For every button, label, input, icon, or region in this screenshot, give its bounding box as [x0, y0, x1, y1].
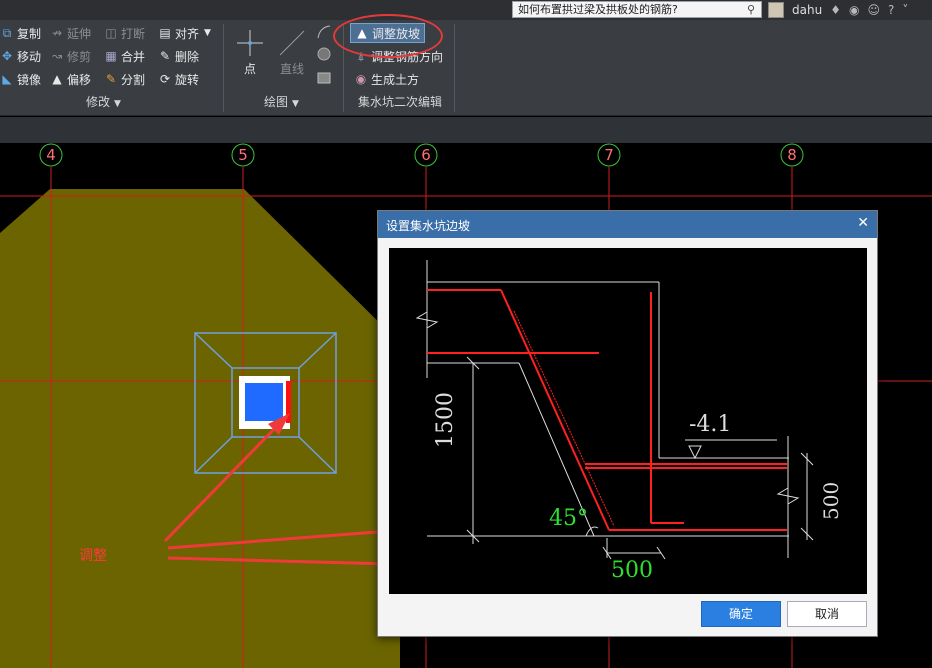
draw-panel-title[interactable]: 绘图 ▼ — [264, 93, 299, 110]
angle-label[interactable]: 45° — [549, 506, 588, 531]
separator — [454, 24, 455, 112]
ok-button[interactable]: 确定 — [701, 601, 781, 627]
chat-icon[interactable]: ◉ — [849, 3, 859, 17]
rotate-icon: ⟳ — [159, 72, 171, 86]
trim-icon: ↝ — [51, 49, 63, 63]
line-button[interactable]: 直线 — [270, 26, 314, 77]
break-icon: ◫ — [105, 26, 117, 40]
merge-button[interactable]: ▦ 合并 — [104, 46, 145, 66]
face-icon[interactable]: ☺ — [867, 3, 880, 17]
modify-panel: ⧉ 复制 ↛ 延伸 ◫ 打断 ▤ 对齐 ▼ ✥ 移动 ↝ 修剪 ▦ 合并 ✎ 删除 ◣ 镜像 ▲ 偏移… — [0, 20, 222, 116]
extend-icon: ↛ — [51, 26, 63, 40]
close-icon[interactable]: ✕ — [857, 215, 869, 231]
break-label: 打断 — [121, 26, 146, 41]
mirror-button[interactable]: ◣ 镜像 — [0, 69, 41, 89]
mirror-label: 镜像 — [17, 72, 42, 87]
axis-label-5: 5 — [238, 146, 248, 164]
draw-panel: 点 直线 绘图 ▼ — [224, 20, 342, 116]
search-icon[interactable]: ⚲ — [747, 2, 755, 17]
dim-depth-label[interactable]: 1500 — [433, 392, 458, 448]
ribbon-bottom-strip — [0, 117, 932, 143]
merge-label: 合并 — [121, 49, 146, 64]
break-button[interactable]: ◫ 打断 — [104, 23, 145, 43]
pit-slope-dialog: 设置集水坑边坡 ✕ 1500 -4.1 500 45° 500 确定 取消 — [377, 210, 878, 637]
offset-label: 偏移 — [67, 72, 92, 87]
align-button[interactable]: ▤ 对齐 ▼ — [158, 23, 211, 43]
axis-label-6: 6 — [421, 146, 431, 164]
arc-icon[interactable] — [316, 24, 332, 40]
search-input[interactable]: 如何布置拱过梁及拱板处的钢筋? ⚲ — [512, 1, 762, 18]
dim-right-label[interactable]: 500 — [819, 482, 843, 520]
pit-core — [245, 383, 283, 421]
extend-button[interactable]: ↛ 延伸 — [50, 23, 91, 43]
move-button[interactable]: ✥ 移动 — [0, 46, 41, 66]
rebar-line — [500, 289, 610, 531]
copy-button[interactable]: ⧉ 复制 — [0, 23, 41, 43]
circle-icon[interactable] — [316, 46, 332, 62]
slope-preview: 1500 -4.1 500 45° 500 — [389, 248, 867, 594]
split-label: 分割 — [121, 72, 146, 87]
extend-label: 延伸 — [67, 26, 92, 41]
point-icon — [228, 26, 272, 60]
slab-region — [0, 189, 400, 668]
draw-title-label: 绘图 — [264, 95, 289, 109]
axis-label-4: 4 — [46, 146, 56, 164]
user-area: dahu ♦ ◉ ☺ ? ˅ — [768, 1, 908, 19]
split-icon: ✎ — [105, 72, 117, 86]
align-label: 对齐 — [175, 26, 200, 41]
elevation-marker — [688, 445, 702, 460]
modify-title-label: 修改 — [86, 95, 111, 109]
chevron-down-icon: ▼ — [114, 99, 121, 109]
point-label: 点 — [243, 62, 256, 76]
rotate-label: 旋转 — [175, 72, 200, 87]
cancel-button[interactable]: 取消 — [787, 601, 867, 627]
chevron-down-icon[interactable]: ˅ — [902, 3, 908, 17]
username[interactable]: dahu — [792, 3, 822, 17]
split-button[interactable]: ✎ 分割 — [104, 69, 145, 89]
point-button[interactable]: 点 — [228, 26, 272, 77]
mirror-icon: ◣ — [2, 72, 12, 86]
chevron-down-icon: ▼ — [292, 99, 299, 109]
line-label: 直线 — [279, 62, 304, 76]
offset-button[interactable]: ▲ 偏移 — [50, 69, 91, 89]
offset-icon: ▲ — [52, 72, 62, 86]
delete-button[interactable]: ✎ 删除 — [158, 46, 199, 66]
dialog-title: 设置集水坑边坡 — [386, 219, 471, 233]
merge-icon: ▦ — [105, 49, 117, 63]
slope-diagram — [415, 260, 814, 560]
line-icon — [270, 26, 314, 60]
search-text: 如何布置拱过梁及拱板处的钢筋? — [518, 3, 678, 16]
rotate-button[interactable]: ⟳ 旋转 — [158, 69, 199, 89]
delete-label: 删除 — [175, 49, 200, 64]
move-label: 移动 — [17, 49, 42, 64]
title-bar: 如何布置拱过梁及拱板处的钢筋? ⚲ dahu ♦ ◉ ☺ ? ˅ — [0, 0, 932, 20]
trim-label: 修剪 — [67, 49, 92, 64]
generate-earth-label: 生成土方 — [371, 72, 420, 87]
copy-icon: ⧉ — [2, 26, 12, 40]
rebar-line — [513, 310, 615, 527]
move-icon: ✥ — [1, 49, 13, 63]
rectangle-icon[interactable] — [316, 70, 332, 86]
generate-earth-button[interactable]: ◉ 生成土方 — [354, 69, 419, 89]
modify-panel-title[interactable]: 修改 ▼ — [86, 93, 121, 110]
axis-label-8: 8 — [787, 146, 797, 164]
dim-bottom-label[interactable]: 500 — [611, 558, 653, 583]
chevron-down-icon: ▼ — [204, 28, 211, 38]
align-icon: ▤ — [159, 26, 171, 40]
axis-label-7: 7 — [604, 146, 614, 164]
annotation-text: 调整 — [79, 548, 107, 564]
eraser-icon: ✎ — [159, 49, 171, 63]
trim-button[interactable]: ↝ 修剪 — [50, 46, 91, 66]
ribbon: ⧉ 复制 ↛ 延伸 ◫ 打断 ▤ 对齐 ▼ ✥ 移动 ↝ 修剪 ▦ 合并 ✎ 删除 ◣ 镜像 ▲ 偏移… — [0, 20, 932, 116]
bell-icon[interactable]: ♦ — [830, 3, 841, 17]
dialog-titlebar[interactable]: 设置集水坑边坡 ✕ — [378, 211, 877, 238]
help-icon[interactable]: ? — [888, 3, 894, 17]
highlight-ellipse — [333, 14, 443, 58]
dim-elevation-label[interactable]: -4.1 — [689, 412, 731, 437]
pit-panel-title: 集水坑二次编辑 — [358, 93, 442, 110]
avatar[interactable] — [768, 2, 784, 18]
earth-icon: ◉ — [355, 72, 367, 86]
pit-title-label: 集水坑二次编辑 — [358, 95, 443, 109]
copy-label: 复制 — [17, 26, 42, 41]
